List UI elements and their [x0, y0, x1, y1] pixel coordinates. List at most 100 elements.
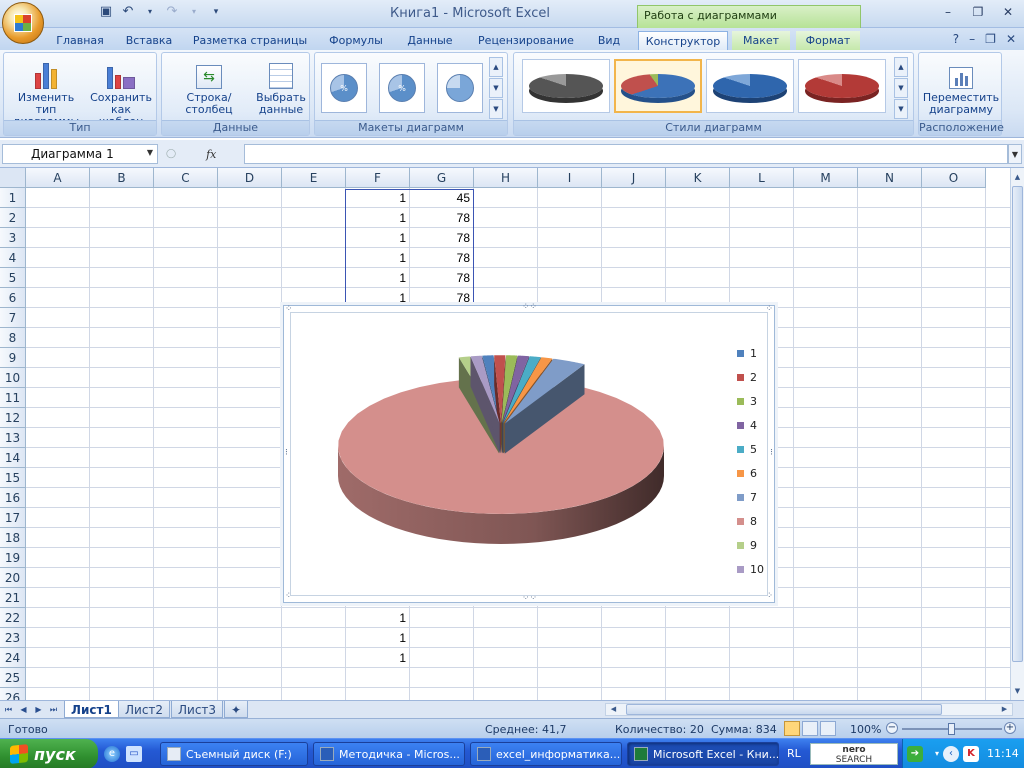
legend-entry[interactable]: 10 [737, 561, 777, 577]
tab-formulas[interactable]: Формулы [322, 31, 390, 50]
legend-entry[interactable]: 8 [737, 513, 777, 529]
chart-style-4[interactable] [798, 59, 886, 113]
customize-qat-icon[interactable]: ▾ [208, 4, 224, 20]
zoom-slider-knob[interactable] [948, 723, 955, 735]
legend-entry[interactable]: 3 [737, 393, 777, 409]
page-break-view-icon[interactable] [820, 721, 836, 736]
chart-style-2[interactable] [614, 59, 702, 113]
change-chart-type-button[interactable]: Изменить тип диаграммы [6, 57, 86, 128]
column-header[interactable]: M [794, 168, 858, 188]
resize-handle[interactable]: ⁝ [285, 449, 288, 458]
help-icon[interactable]: ? [953, 32, 959, 46]
legend-entry[interactable]: 5 [737, 441, 777, 457]
legend-entry[interactable]: 6 [737, 465, 777, 481]
show-desktop-icon[interactable]: ▭ [126, 746, 142, 762]
scroll-left-arrow-icon[interactable]: ◀ [608, 704, 619, 715]
taskbar-item-removable-disk[interactable]: Съемный диск (F:) [160, 742, 308, 766]
zoom-slider[interactable]: − + [886, 722, 1020, 736]
last-sheet-icon[interactable]: ⏭ [47, 703, 60, 716]
row-header[interactable]: 16 [0, 488, 26, 508]
resize-handle[interactable]: ⁘⁘ [522, 303, 537, 312]
row-header[interactable]: 14 [0, 448, 26, 468]
prev-sheet-icon[interactable]: ◀ [17, 703, 30, 716]
chart-layout-2[interactable]: % [379, 63, 425, 113]
minimize-button[interactable]: – [938, 4, 958, 20]
scroll-down-arrow-icon[interactable]: ▼ [1012, 684, 1023, 698]
column-header[interactable]: A [26, 168, 90, 188]
arrow-tray-icon[interactable]: ➔ [907, 746, 923, 762]
scroll-right-arrow-icon[interactable]: ▶ [999, 704, 1010, 715]
row-header[interactable]: 4 [0, 248, 26, 268]
formula-expand-icon[interactable]: ▼ [1008, 144, 1022, 164]
taskbar-item-word-doc[interactable]: Методичка - Micros... [313, 742, 465, 766]
undo-icon[interactable]: ↶ [120, 4, 136, 20]
ribbon-restore-icon[interactable]: ❐ [985, 32, 996, 46]
save-as-template-button[interactable]: Сохранить как шаблон [88, 57, 154, 128]
chart-style-1[interactable] [522, 59, 610, 113]
row-header[interactable]: 18 [0, 528, 26, 548]
row-header[interactable]: 22 [0, 608, 26, 628]
scroll-down-icon[interactable]: ▼ [894, 78, 908, 98]
switch-row-column-button[interactable]: ⇆ Строка/столбец [164, 57, 254, 116]
legend-entry[interactable]: 1 [737, 345, 777, 361]
row-header[interactable]: 12 [0, 408, 26, 428]
ribbon-minimize-icon[interactable]: – [969, 32, 975, 46]
start-button[interactable]: пуск [0, 739, 98, 768]
styles-gallery-scroll[interactable]: ▲ ▼ ▼ [894, 57, 908, 119]
row-header[interactable]: 6 [0, 288, 26, 308]
zoom-out-icon[interactable]: − [886, 722, 898, 734]
row-header[interactable]: 19 [0, 548, 26, 568]
zoom-level[interactable]: 100% [850, 723, 881, 736]
name-box-dropdown-icon[interactable]: ▼ [147, 148, 153, 157]
row-header[interactable]: 10 [0, 368, 26, 388]
tab-insert[interactable]: Вставка [120, 31, 178, 50]
row-header[interactable]: 8 [0, 328, 26, 348]
internet-explorer-icon[interactable]: e [104, 746, 120, 762]
nero-search-box[interactable]: nero SEARCH [810, 743, 898, 765]
column-header[interactable]: C [154, 168, 218, 188]
select-data-button[interactable]: Выбрать данные [254, 57, 308, 116]
chart-layout-1[interactable]: % [321, 63, 367, 113]
row-header[interactable]: 11 [0, 388, 26, 408]
row-header[interactable]: 13 [0, 428, 26, 448]
normal-view-icon[interactable] [784, 721, 800, 736]
sheet-tab-1[interactable]: Лист1 [64, 701, 119, 718]
close-button[interactable]: ✕ [998, 4, 1018, 20]
undo-dropdown-icon[interactable]: ▾ [142, 4, 158, 20]
legend-entry[interactable]: 2 [737, 369, 777, 385]
sheet-tab-3[interactable]: Лист3 [171, 701, 224, 718]
ribbon-close-icon[interactable]: ✕ [1006, 32, 1016, 46]
column-header[interactable]: J [602, 168, 666, 188]
row-header[interactable]: 5 [0, 268, 26, 288]
vertical-scrollbar[interactable]: ▲ ▼ [1010, 168, 1024, 700]
move-chart-button[interactable]: Переместить диаграмму [921, 57, 1001, 116]
row-header[interactable]: 24 [0, 648, 26, 668]
row-header[interactable]: 25 [0, 668, 26, 688]
row-header[interactable]: 7 [0, 308, 26, 328]
column-header[interactable]: G [410, 168, 474, 188]
vertical-scroll-thumb[interactable] [1012, 186, 1023, 662]
row-header[interactable]: 17 [0, 508, 26, 528]
legend-entry[interactable]: 7 [737, 489, 777, 505]
column-header[interactable]: B [90, 168, 154, 188]
tab-format[interactable]: Формат [796, 31, 860, 50]
column-header[interactable]: N [858, 168, 922, 188]
kaspersky-icon[interactable]: K [963, 746, 979, 762]
row-header[interactable]: 2 [0, 208, 26, 228]
next-sheet-icon[interactable]: ▶ [32, 703, 45, 716]
row-header[interactable]: 21 [0, 588, 26, 608]
chart-style-3[interactable] [706, 59, 794, 113]
tab-review[interactable]: Рецензирование [472, 31, 580, 50]
column-header[interactable]: H [474, 168, 538, 188]
save-icon[interactable]: ▣ [98, 4, 114, 20]
insert-function-icon[interactable]: fx [206, 148, 216, 161]
zoom-in-icon[interactable]: + [1004, 722, 1016, 734]
tab-data[interactable]: Данные [400, 31, 460, 50]
scroll-up-arrow-icon[interactable]: ▲ [1012, 170, 1023, 184]
chart-object[interactable]: ⁘ ⁘⁘ ⁘ ⁝ ⁝ ⁘ ⁘⁘ ⁘ 1 2 3 4 5 6 7 8 9 10 [283, 303, 777, 603]
column-header[interactable]: L [730, 168, 794, 188]
cell[interactable]: 1 [346, 648, 409, 668]
horizontal-scroll-thumb[interactable] [626, 704, 942, 715]
formula-input[interactable] [244, 144, 1008, 164]
more-icon[interactable]: ▼ [489, 99, 503, 119]
